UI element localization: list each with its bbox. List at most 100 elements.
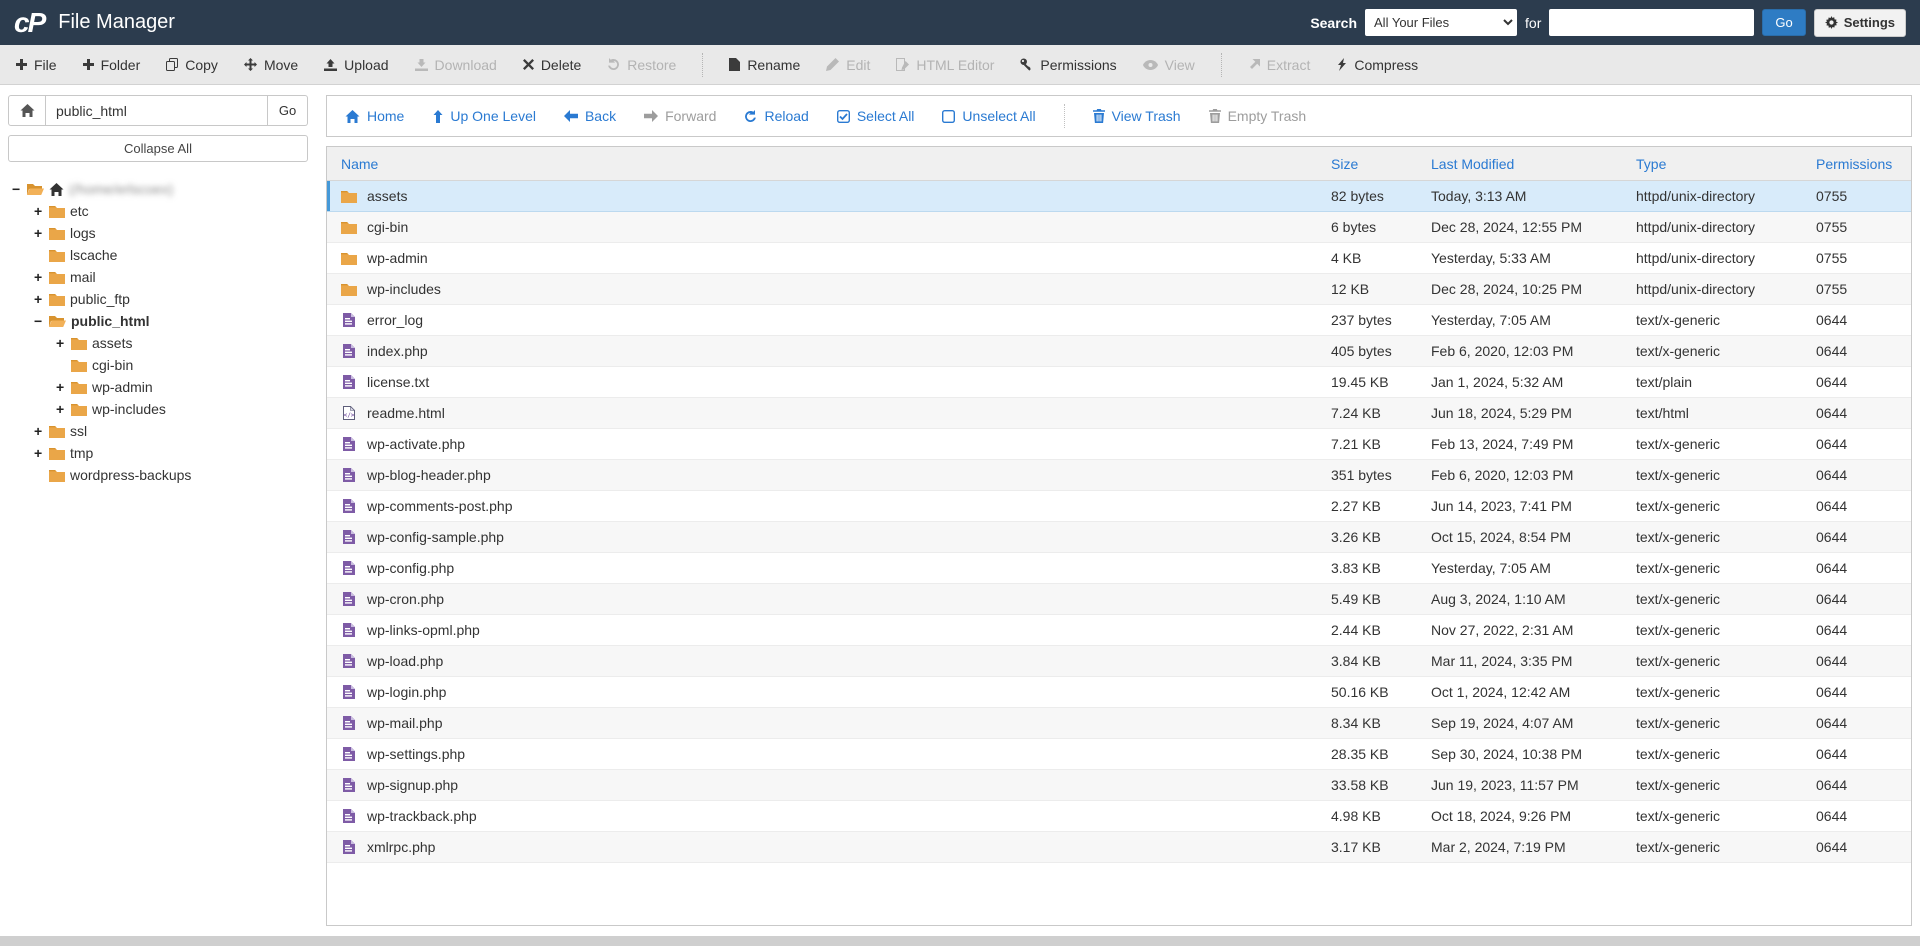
file-name: wp-signup.php: [367, 777, 459, 793]
collapse-icon[interactable]: −: [12, 181, 27, 197]
expand-icon[interactable]: +: [34, 445, 49, 461]
tree-item-public-ftp[interactable]: + public_ftp: [8, 288, 308, 310]
column-header-last-modified[interactable]: Last Modified: [1431, 156, 1636, 172]
tree-item-mail[interactable]: + mail: [8, 266, 308, 288]
expand-icon[interactable]: +: [34, 269, 49, 285]
collapse-icon[interactable]: −: [34, 313, 49, 329]
tree-item-wordpress-backups[interactable]: wordpress-backups: [8, 464, 308, 486]
file-row-wp-load-php[interactable]: wp-load.php 3.84 KB Mar 11, 2024, 3:35 PM t…: [327, 646, 1911, 677]
file-row-wp-mail-php[interactable]: wp-mail.php 8.34 KB Sep 19, 2024, 4:07 AM t…: [327, 708, 1911, 739]
file-row-assets[interactable]: assets 82 bytes Today, 3:13 AM httpd/unix-d…: [327, 181, 1911, 212]
file-size: 3.26 KB: [1331, 529, 1381, 545]
search-go-button[interactable]: Go: [1762, 9, 1806, 36]
toolbar-rename-button[interactable]: Rename: [729, 57, 800, 73]
file-row-xmlrpc-php[interactable]: xmlrpc.php 3.17 KB Mar 2, 2024, 7:19 PM tex…: [327, 832, 1911, 863]
file-size: 5.49 KB: [1331, 591, 1381, 607]
folder-icon: [49, 425, 65, 438]
file-row-wp-settings-php[interactable]: wp-settings.php 28.35 KB Sep 30, 2024, 10:…: [327, 739, 1911, 770]
folder-icon: [71, 359, 87, 372]
column-header-permissions[interactable]: Permissions: [1816, 156, 1911, 172]
nav-home-button[interactable]: Home: [345, 108, 404, 124]
toolbar-upload-button[interactable]: Upload: [324, 57, 389, 73]
tree-item-ssl[interactable]: + ssl: [8, 420, 308, 442]
expand-icon[interactable]: +: [56, 379, 71, 395]
nav-back-button[interactable]: Back: [563, 108, 616, 124]
file-row-wp-blog-header-php[interactable]: wp-blog-header.php 351 bytes Feb 6, 2020, …: [327, 460, 1911, 491]
expand-icon[interactable]: +: [56, 401, 71, 417]
nav-view-trash-button[interactable]: View Trash: [1092, 108, 1181, 124]
file-name: wp-login.php: [367, 684, 447, 700]
tree-item-tmp[interactable]: + tmp: [8, 442, 308, 464]
file-row-wp-admin[interactable]: wp-admin 4 KB Yesterday, 5:33 AM httpd/unix…: [327, 243, 1911, 274]
file-row-wp-comments-post-php[interactable]: wp-comments-post.php 2.27 KB Jun 14, 2023,…: [327, 491, 1911, 522]
tree-item-lscache[interactable]: lscache: [8, 244, 308, 266]
tree-item-assets[interactable]: + assets: [8, 332, 308, 354]
tree-item-cgi-bin[interactable]: cgi-bin: [8, 354, 308, 376]
search-input[interactable]: [1549, 9, 1755, 36]
toolbar-folder-button[interactable]: Folder: [82, 57, 140, 73]
toolbar-permissions-button[interactable]: Permissions: [1020, 57, 1117, 73]
nav-select-all-button[interactable]: Select All: [836, 108, 914, 124]
path-home-button[interactable]: [8, 95, 46, 126]
home-icon: [49, 182, 64, 196]
column-header-name[interactable]: Name: [327, 156, 1331, 172]
toolbar-file-button[interactable]: File: [16, 57, 57, 73]
file-size: 2.27 KB: [1331, 498, 1381, 514]
file-row-wp-trackback-php[interactable]: wp-trackback.php 4.98 KB Oct 18, 2024, 9:2…: [327, 801, 1911, 832]
toolbar-delete-button[interactable]: Delete: [522, 57, 581, 73]
path-go-button[interactable]: Go: [268, 95, 308, 126]
file-row-wp-cron-php[interactable]: wp-cron.php 5.49 KB Aug 3, 2024, 1:10 AM te…: [327, 584, 1911, 615]
expand-icon[interactable]: +: [34, 203, 49, 219]
toolbar-compress-button[interactable]: Compress: [1336, 57, 1418, 73]
file-icon: [341, 468, 357, 482]
tree-item-label: etc: [70, 203, 89, 219]
file-name: wp-comments-post.php: [367, 498, 513, 514]
file-row-error-log[interactable]: error_log 237 bytes Yesterday, 7:05 AM text…: [327, 305, 1911, 336]
toolbar-label: View: [1164, 56, 1195, 73]
settings-button[interactable]: Settings: [1813, 8, 1906, 37]
expand-icon[interactable]: +: [34, 291, 49, 307]
expand-icon[interactable]: +: [56, 335, 71, 351]
toolbar-label: Download: [434, 56, 497, 73]
file-permissions: 0644: [1816, 560, 1848, 576]
expand-icon[interactable]: +: [34, 225, 49, 241]
tree-item-etc[interactable]: + etc: [8, 200, 308, 222]
nav-up-one-level-button[interactable]: Up One Level: [432, 108, 536, 124]
file-row-cgi-bin[interactable]: cgi-bin 6 bytes Dec 28, 2024, 12:55 PM http…: [327, 212, 1911, 243]
tree-item-wp-includes[interactable]: + wp-includes: [8, 398, 308, 420]
tree-item-home-erlscoex[interactable]: − (/home/erlscoex): [8, 178, 308, 200]
tree-item-wp-admin[interactable]: + wp-admin: [8, 376, 308, 398]
tree-item-public-html[interactable]: − public_html: [8, 310, 308, 332]
path-input[interactable]: [46, 95, 268, 126]
file-row-readme-html[interactable]: </> readme.html 7.24 KB Jun 18, 2024, 5:29 …: [327, 398, 1911, 429]
directory-tree: − (/home/erlscoex) + etc + logs lscache + mail + p…: [8, 178, 308, 486]
file-row-wp-signup-php[interactable]: wp-signup.php 33.58 KB Jun 19, 2023, 11:57…: [327, 770, 1911, 801]
toolbar-label: Rename: [747, 56, 801, 73]
home-icon: [345, 109, 360, 123]
file-row-wp-links-opml-php[interactable]: wp-links-opml.php 2.44 KB Nov 27, 2022, 2:…: [327, 615, 1911, 646]
checkbox-checked-icon: [836, 109, 850, 123]
search-scope-select[interactable]: All Your Files: [1365, 9, 1518, 36]
nav-reload-button[interactable]: Reload: [744, 108, 809, 124]
nav-unselect-all-button[interactable]: Unselect All: [942, 108, 1036, 124]
file-name: wp-cron.php: [367, 591, 445, 607]
file-type: text/x-generic: [1636, 746, 1721, 762]
file-row-index-php[interactable]: index.php 405 bytes Feb 6, 2020, 12:03 PM t…: [327, 336, 1911, 367]
file-row-wp-activate-php[interactable]: wp-activate.php 7.21 KB Feb 13, 2024, 7:49…: [327, 429, 1911, 460]
file-icon: [341, 313, 357, 327]
tree-item-label: ssl: [70, 423, 88, 439]
toolbar-move-button[interactable]: Move: [243, 57, 298, 73]
collapse-all-button[interactable]: Collapse All: [8, 135, 308, 162]
file-row-wp-login-php[interactable]: wp-login.php 50.16 KB Oct 1, 2024, 12:42 A…: [327, 677, 1911, 708]
file-row-license-txt[interactable]: license.txt 19.45 KB Jan 1, 2024, 5:32 AM t…: [327, 367, 1911, 398]
file-row-wp-config-sample-php[interactable]: wp-config-sample.php 3.26 KB Oct 15, 2024,…: [327, 522, 1911, 553]
expand-icon[interactable]: +: [34, 423, 49, 439]
file-size: 237 bytes: [1331, 312, 1392, 328]
file-row-wp-includes[interactable]: wp-includes 12 KB Dec 28, 2024, 10:25 PM ht…: [327, 274, 1911, 305]
tree-item-logs[interactable]: + logs: [8, 222, 308, 244]
column-header-type[interactable]: Type: [1636, 156, 1816, 172]
file-row-wp-config-php[interactable]: wp-config.php 3.83 KB Yesterday, 7:05 AM te…: [327, 553, 1911, 584]
column-header-size[interactable]: Size: [1331, 156, 1431, 172]
toolbar-view-button: View: [1142, 56, 1195, 73]
toolbar-copy-button[interactable]: Copy: [166, 57, 218, 73]
